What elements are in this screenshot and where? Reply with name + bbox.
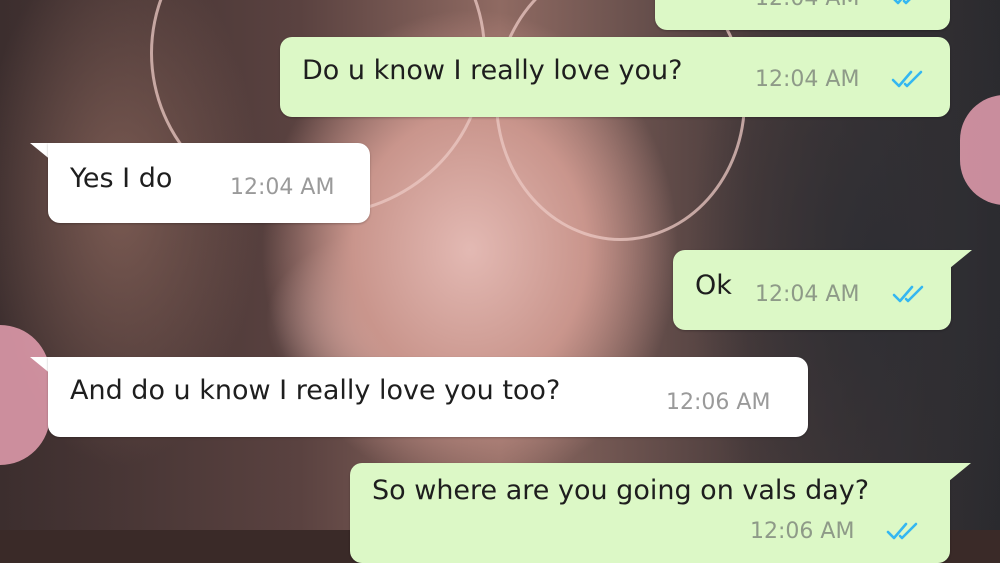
message-bubble-outgoing[interactable]: So where are you going on vals day? 12:0… [350,463,950,563]
message-bubble-incoming[interactable]: And do u know I really love you too? 12:… [48,357,808,437]
message-time: 12:04 AM [755,282,860,307]
wallpaper-heart [0,325,50,465]
message-time: 12:04 AM [755,67,860,92]
double-check-icon [892,285,924,303]
message-text: So where are you going on vals day? [372,475,870,506]
message-text: Do u know I really love you? [302,55,683,86]
double-check-icon [886,522,918,540]
message-bubble-outgoing[interactable]: Ok 12:04 AM [673,250,951,330]
double-check-icon [891,70,923,88]
message-text: Yes I do [70,163,173,194]
message-time: 12:04 AM [755,0,859,11]
message-bubble-outgoing[interactable]: Do u know I really love you? 12:04 AM [280,37,950,117]
message-bubble-outgoing[interactable]: 12:04 AM [655,0,950,30]
message-bubble-incoming[interactable]: Yes I do 12:04 AM [48,143,370,223]
message-text: And do u know I really love you too? [70,375,561,406]
bubble-tail [949,463,971,481]
message-time: 12:04 AM [230,175,335,200]
message-time: 12:06 AM [666,390,771,415]
message-text: Ok [695,270,732,301]
wallpaper-heart [960,95,1000,205]
message-time: 12:06 AM [750,519,855,544]
double-check-icon [893,0,911,5]
bubble-tail [950,250,972,268]
